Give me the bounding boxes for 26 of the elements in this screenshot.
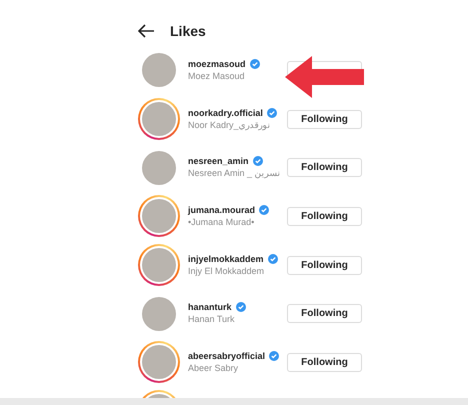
following-button[interactable]: Following <box>287 256 362 275</box>
full-name: Moez Masoud <box>188 70 246 83</box>
username[interactable]: injyelmokkaddem <box>188 252 264 265</box>
username[interactable]: jumana.mourad <box>188 204 256 216</box>
username[interactable]: moezmasoud <box>188 58 246 70</box>
following-button[interactable]: Following <box>287 304 362 324</box>
back-icon[interactable] <box>138 24 154 38</box>
full-name: Abeer Sabry <box>188 362 240 375</box>
avatar-photo[interactable] <box>138 341 180 384</box>
following-button[interactable]: Following <box>287 206 362 226</box>
avatar-photo[interactable] <box>138 244 180 286</box>
username[interactable]: hananturk <box>188 301 232 314</box>
full-name: •Jumana Murad• <box>188 216 256 229</box>
following-button[interactable]: Following <box>287 158 362 178</box>
username[interactable]: abeersabryofficial <box>188 350 266 362</box>
page-title: Likes <box>170 22 206 40</box>
following-button[interactable]: Following <box>287 352 362 372</box>
full-name: Noor Kadry_نورقدري <box>188 118 272 132</box>
following-button[interactable]: Following <box>287 110 362 129</box>
username[interactable]: nesreen_amin <box>188 155 249 168</box>
full-name: Hanan Turk <box>188 313 236 326</box>
full-name: Nesreen Amin _ نسرين <box>188 167 281 180</box>
avatar-photo[interactable] <box>138 195 180 238</box>
username[interactable]: noorkadry.official <box>188 106 263 119</box>
full-name: Injy El Mokkaddem <box>188 264 266 278</box>
avatar-photo[interactable] <box>138 98 180 140</box>
